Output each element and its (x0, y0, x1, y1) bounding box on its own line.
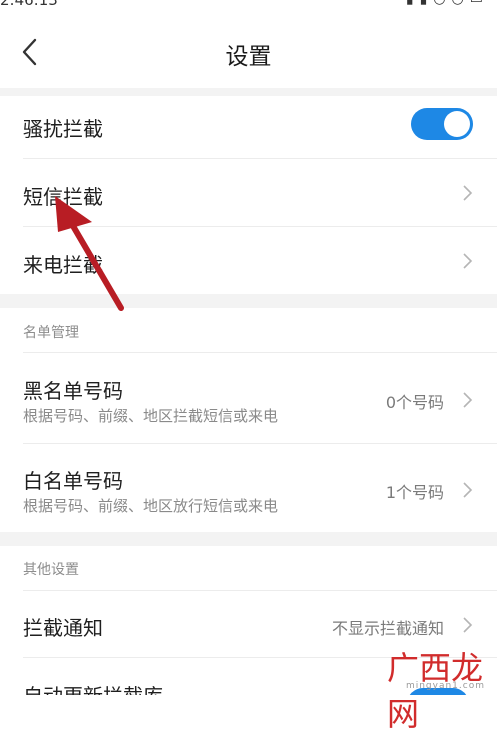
chevron-right-icon (463, 185, 473, 201)
toggle-knob (444, 111, 470, 137)
battery-icon: ▭ (470, 0, 489, 7)
block-notification-label: 拦截通知 (23, 616, 103, 640)
whitelist-row[interactable]: 白名单号码 根据号码、前缀、地区放行短信或来电 1个号码 (0, 444, 497, 532)
sms-block-row[interactable]: 短信拦截 (0, 159, 497, 226)
section-gap (0, 88, 497, 96)
chevron-right-icon (463, 482, 473, 498)
signal-icon: ▮▮ (406, 0, 433, 7)
status-time: 2:46:13 (0, 0, 58, 9)
harassment-block-label: 骚扰拦截 (23, 117, 103, 141)
blacklist-row[interactable]: 黑名单号码 根据号码、前缀、地区拦截短信或来电 0个号码 (0, 353, 497, 443)
page-title: 设置 (225, 44, 272, 70)
blacklist-count: 0个号码 (385, 393, 444, 412)
section-gap (0, 294, 497, 308)
chevron-right-icon (463, 392, 473, 408)
block-notification-value: 不显示拦截通知 (331, 619, 444, 638)
whitelist-description: 根据号码、前缀、地区放行短信或来电 (23, 497, 279, 515)
list-section-header: 名单管理 (0, 308, 497, 352)
status-bar: 2:46:13 ▮▮◷◔▭ (0, 0, 497, 10)
whitelist-count: 1个号码 (385, 483, 444, 502)
alarm-icon: ◷ (433, 0, 451, 7)
other-section-header: 其他设置 (0, 546, 497, 590)
status-icons: ▮▮◷◔▭ (406, 0, 489, 7)
blacklist-label: 黑名单号码 (23, 379, 123, 403)
watermark: 广西龙网 mingyan1.com (387, 647, 487, 733)
section-title: 其他设置 (23, 562, 79, 578)
blacklist-description: 根据号码、前缀、地区拦截短信或来电 (23, 407, 279, 425)
harassment-block-toggle[interactable] (411, 108, 473, 140)
chevron-right-icon (463, 253, 473, 269)
watermark-url: mingyan1.com (405, 681, 485, 691)
call-block-row[interactable]: 来电拦截 (0, 227, 497, 294)
section-gap (0, 532, 497, 546)
harassment-block-row[interactable]: 骚扰拦截 (0, 96, 497, 158)
chevron-right-icon (463, 617, 473, 633)
whitelist-label: 白名单号码 (23, 469, 123, 493)
header: 设置 (0, 22, 497, 84)
call-block-label: 来电拦截 (23, 253, 103, 277)
section-title: 名单管理 (23, 325, 79, 341)
wifi-icon: ◔ (452, 0, 470, 7)
auto-update-label: 自动更新拦截库 (23, 680, 163, 695)
sms-block-label: 短信拦截 (23, 185, 103, 209)
